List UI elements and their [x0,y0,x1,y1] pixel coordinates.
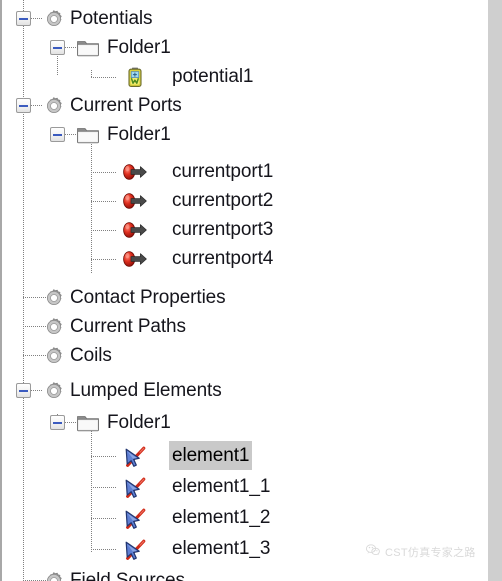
watermark: CST仿真专家之路 [365,543,476,561]
tree-item-label[interactable]: Folder1 [107,408,171,437]
tree-item-lumped-elements[interactable]: Lumped Elements [2,376,488,405]
lumped-element-icon [122,476,148,498]
gear-icon [43,570,65,581]
panel-right-gutter [488,0,502,581]
lumped-element-icon [122,445,148,467]
gear-icon [43,345,65,367]
tree-item-folder1[interactable]: Folder1 [2,33,488,62]
tree-item-element1-1[interactable]: element1_1 [2,472,488,501]
tree-item-element1-2[interactable]: element1_2 [2,503,488,532]
collapse-toggle-minus-icon[interactable] [16,11,31,26]
current-port-icon [121,190,149,212]
tree-item-label[interactable]: Lumped Elements [70,376,222,405]
tree-item-currentport3[interactable]: currentport3 [2,215,488,244]
collapse-toggle-minus-icon[interactable] [50,40,65,55]
lumped-element-icon [122,507,148,529]
navigation-tree-panel[interactable]: Potentials Folder1 potential1 Current Ports… [0,0,488,581]
gear-icon [43,8,65,30]
potential-icon [124,66,146,88]
tree-item-currentport4[interactable]: currentport4 [2,244,488,273]
folder-icon [76,412,100,434]
folder-icon [76,37,100,59]
tree-item-field-sources[interactable]: Field Sources [2,566,488,581]
collapse-toggle-minus-icon[interactable] [50,415,65,430]
tree-item-label[interactable]: currentport4 [172,244,273,273]
tree-item-coils[interactable]: Coils [2,341,488,370]
tree-item-label[interactable]: Contact Properties [70,283,226,312]
gear-icon [43,380,65,402]
tree-item-current-ports[interactable]: Current Ports [2,91,488,120]
gear-icon [43,95,65,117]
tree-item-currentport2[interactable]: currentport2 [2,186,488,215]
tree-item-potential1[interactable]: potential1 [2,62,488,91]
tree-item-label[interactable]: Folder1 [107,33,171,62]
tree-item-label[interactable]: Field Sources [70,566,185,581]
lumped-element-icon [122,538,148,560]
tree-item-label[interactable]: Coils [70,341,112,370]
tree-item-contact-properties[interactable]: Contact Properties [2,283,488,312]
tree-item-currentport1[interactable]: currentport1 [2,157,488,186]
tree-item-element1[interactable]: element1 [2,441,488,470]
wechat-icon [365,543,380,561]
tree-item-label[interactable]: Current Paths [70,312,186,341]
tree-item-label[interactable]: potential1 [172,62,254,91]
gear-icon [43,316,65,338]
current-port-icon [121,248,149,270]
current-port-icon [121,161,149,183]
tree-item-label[interactable]: currentport3 [172,215,273,244]
collapse-toggle-minus-icon[interactable] [16,383,31,398]
tree-item-potentials[interactable]: Potentials [2,4,488,33]
collapse-toggle-minus-icon[interactable] [16,98,31,113]
gear-icon [43,287,65,309]
tree-item-label[interactable]: currentport1 [172,157,273,186]
tree-item-label[interactable]: element1_3 [172,534,270,563]
tree-item-label[interactable]: currentport2 [172,186,273,215]
tree-item-label[interactable]: element1 [169,441,253,470]
tree-item-label[interactable]: Current Ports [70,91,182,120]
current-port-icon [121,219,149,241]
tree-item-label[interactable]: element1_1 [172,472,270,501]
tree-item-label[interactable]: Potentials [70,4,153,33]
tree-item-current-paths[interactable]: Current Paths [2,312,488,341]
tree-item-folder1[interactable]: Folder1 [2,408,488,437]
collapse-toggle-minus-icon[interactable] [50,127,65,142]
watermark-text: CST仿真专家之路 [385,547,476,559]
tree-item-label[interactable]: Folder1 [107,120,171,149]
tree-item-folder1[interactable]: Folder1 [2,120,488,149]
folder-icon [76,124,100,146]
tree-item-label[interactable]: element1_2 [172,503,270,532]
